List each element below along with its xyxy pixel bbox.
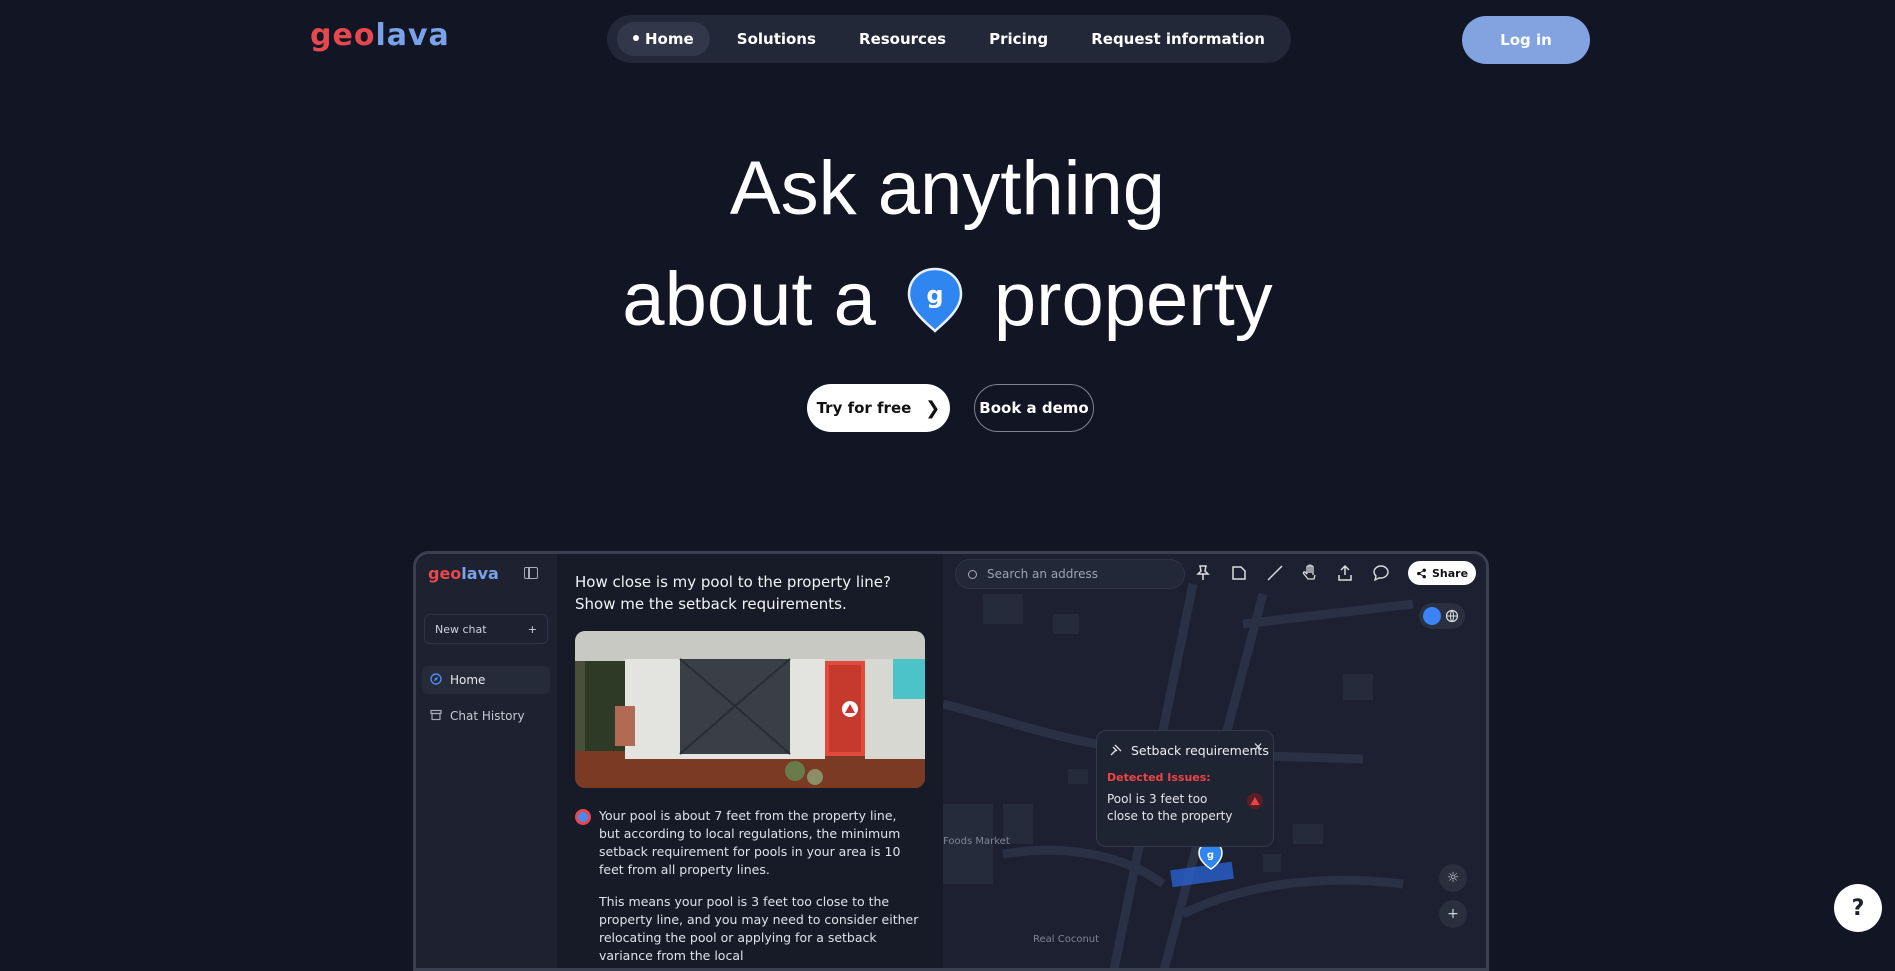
- main-nav: Home Solutions Resources Pricing Request…: [607, 15, 1291, 63]
- compass-icon: [430, 673, 442, 685]
- book-demo-button[interactable]: Book a demo: [974, 384, 1094, 432]
- nav-item-request-information[interactable]: Request information: [1075, 22, 1281, 56]
- help-button[interactable]: ?: [1834, 884, 1882, 932]
- pin-tool-icon[interactable]: [1193, 563, 1213, 583]
- geolava-logo[interactable]: geolava: [310, 18, 450, 53]
- app-logo: geolava: [428, 564, 499, 583]
- bug-report-icon[interactable]: ☼: [1439, 864, 1467, 892]
- measure-line-icon[interactable]: [1265, 563, 1285, 583]
- app-sidebar: geolava New chat + Home Chat History: [416, 554, 558, 968]
- search-address-input[interactable]: Search an address: [955, 559, 1185, 589]
- map-panel[interactable]: g Search an address Share Setback requir…: [943, 554, 1486, 968]
- new-chat-button[interactable]: New chat +: [424, 614, 548, 644]
- gavel-icon: [1110, 744, 1122, 756]
- assistant-avatar-icon: [575, 809, 591, 825]
- try-for-free-button[interactable]: Try for free ❯: [807, 384, 950, 432]
- comment-icon[interactable]: [1371, 563, 1391, 583]
- answer-paragraph-2: This means your pool is 3 feet too close…: [599, 894, 919, 963]
- nav-item-resources[interactable]: Resources: [843, 22, 962, 56]
- user-question: How close is my pool to the property lin…: [575, 573, 891, 613]
- issue-message: Pool is 3 feet too close to the property: [1107, 792, 1233, 823]
- active-dot-icon: [633, 34, 639, 41]
- share-icon: [1417, 568, 1426, 578]
- map-label-market: Foods Market: [943, 836, 1010, 847]
- assistant-answer: Your pool is about 7 feet from the prope…: [599, 807, 919, 968]
- nav-item-pricing[interactable]: Pricing: [973, 22, 1064, 56]
- answer-paragraph-1: Your pool is about 7 feet from the prope…: [599, 808, 901, 877]
- archive-icon: [430, 709, 442, 721]
- share-button[interactable]: Share: [1408, 561, 1476, 585]
- popup-title: Setback requirements: [1131, 743, 1269, 758]
- aerial-property-image[interactable]: [575, 631, 925, 788]
- sidebar-toggle-icon[interactable]: [524, 567, 538, 579]
- search-icon: [968, 569, 977, 579]
- zoom-in-button[interactable]: +: [1439, 900, 1467, 928]
- map-label-coconut: Real Coconut: [1033, 934, 1100, 945]
- setback-popup: Setback requirements ✕ Detected Issues: …: [1096, 730, 1274, 847]
- chat-panel: How close is my pool to the property lin…: [557, 554, 942, 968]
- svg-text:g: g: [1207, 850, 1214, 861]
- plus-icon: +: [527, 622, 537, 636]
- warning-icon: [1247, 793, 1263, 809]
- globe-icon[interactable]: [1445, 609, 1459, 623]
- nav-item-solutions[interactable]: Solutions: [721, 22, 832, 56]
- map-layer-toggle[interactable]: [1419, 603, 1465, 629]
- nav-item-home[interactable]: Home: [617, 22, 710, 56]
- hand-tool-icon[interactable]: [1300, 563, 1320, 583]
- sidebar-item-home[interactable]: Home: [422, 666, 550, 694]
- hero-title-line1: Ask anything: [729, 146, 1166, 231]
- map-pin-icon: g: [907, 267, 963, 333]
- detected-issues-label: Detected Issues:: [1107, 771, 1211, 784]
- chevron-right-icon: ❯: [925, 397, 941, 419]
- map-view-icon[interactable]: [1423, 607, 1441, 625]
- svg-text:g: g: [926, 281, 943, 309]
- sidebar-item-chat-history[interactable]: Chat History: [422, 702, 550, 730]
- aerial-photo-graphic: [575, 631, 925, 788]
- export-icon[interactable]: [1335, 563, 1355, 583]
- close-icon[interactable]: ✕: [1253, 740, 1263, 754]
- area-tool-icon[interactable]: [1229, 563, 1249, 583]
- app-preview: geolava New chat + Home Chat History How …: [413, 551, 1489, 971]
- hero-title-line2: about a g property: [622, 257, 1273, 342]
- login-button[interactable]: Log in: [1462, 16, 1590, 64]
